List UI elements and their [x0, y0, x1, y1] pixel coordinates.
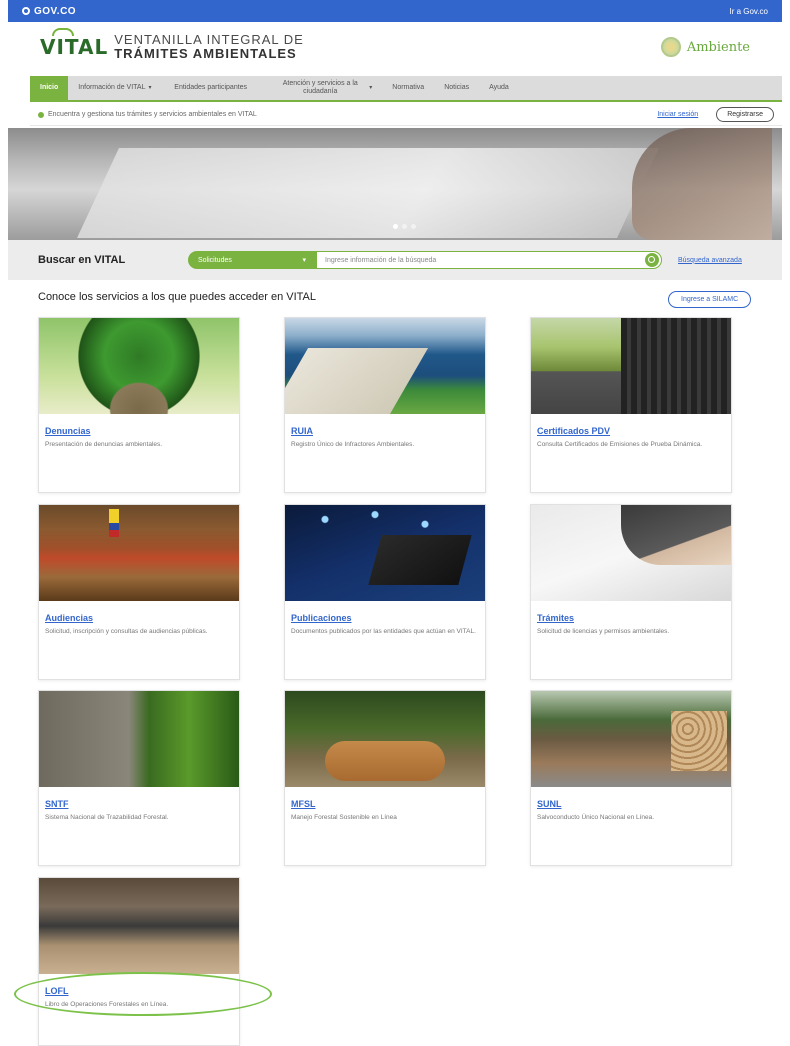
nav-item-inicio[interactable]: Inicio — [30, 76, 69, 100]
register-button[interactable]: Registrarse — [716, 107, 774, 122]
carousel-dot[interactable] — [402, 224, 407, 229]
card-image — [285, 318, 485, 414]
service-card-mfsl[interactable]: MFSL Manejo Forestal Sostenible en Línea — [284, 690, 486, 866]
card-description: Manejo Forestal Sostenible en Línea — [291, 814, 397, 821]
search-section: Buscar en VITAL Solicitudes ▾ Ingrese in… — [8, 240, 782, 280]
login-link[interactable]: Iniciar sesión — [657, 111, 698, 118]
card-image — [39, 691, 239, 787]
card-image — [39, 318, 239, 414]
hero-image-hand — [632, 128, 772, 240]
card-image — [39, 505, 239, 601]
card-description: Consulta Certificados de Emisiones de Pr… — [537, 441, 703, 448]
brand-line-2: TRÁMITES AMBIENTALES — [114, 46, 297, 61]
vital-logo: VITAL — [40, 28, 109, 59]
card-title-link[interactable]: SUNL — [537, 799, 562, 809]
ministry-name: Ambiente — [686, 39, 750, 55]
hero-image-paper — [77, 148, 659, 238]
card-image — [39, 878, 239, 974]
brand-title: VENTANILLA INTEGRAL DE TRÁMITES AMBIENTA… — [114, 33, 304, 61]
nav-label: Ayuda — [489, 84, 509, 91]
hero-banner — [8, 128, 782, 240]
carousel-dot[interactable] — [411, 224, 416, 229]
gov-top-bar: GOV.CO Ir a Gov.co — [8, 0, 782, 22]
chevron-down-icon: ▾ — [148, 85, 152, 91]
nav-label: Información de VITAL — [78, 84, 146, 91]
card-description: Salvoconducto Único Nacional en Línea. — [537, 814, 655, 821]
vital-logo-text: VITAL — [40, 35, 109, 59]
card-description: Presentación de denuncias ambientales. — [45, 441, 163, 448]
nav-label: Inicio — [40, 84, 59, 91]
chevron-down-icon: ▾ — [369, 85, 373, 91]
card-title-link[interactable]: Certificados PDV — [537, 426, 610, 436]
brand-line-1: VENTANILLA INTEGRAL DE — [114, 32, 304, 47]
service-card-audiencias[interactable]: Audiencias Solicitud, inscripción y cons… — [38, 504, 240, 680]
info-message-text: Encuentra y gestiona tus trámites y serv… — [48, 111, 257, 118]
card-description: Solicitud, inscripción y consultas de au… — [45, 628, 208, 635]
search-input[interactable]: Ingrese información de la búsqueda — [316, 251, 662, 269]
nav-label: Entidades participantes — [174, 84, 248, 91]
coat-of-arms-icon — [660, 37, 681, 57]
chevron-down-icon: ▾ — [302, 257, 306, 264]
card-title-link[interactable]: SNTF — [45, 799, 69, 809]
search-placeholder: Ingrese información de la búsqueda — [325, 256, 437, 264]
card-title-link[interactable]: LOFL — [45, 986, 69, 996]
advanced-search-link[interactable]: Búsqueda avanzada — [678, 257, 742, 264]
nav-label: Atención y servicios a la ciudadanía — [282, 80, 358, 95]
card-title-link[interactable]: RUIA — [291, 426, 313, 436]
bullet-icon — [38, 111, 44, 118]
card-title-link[interactable]: Trámites — [537, 613, 574, 623]
leaf-icon — [52, 28, 74, 36]
card-image — [531, 318, 731, 414]
services-title: Conoce los servicios a los que puedes ac… — [38, 291, 317, 303]
search-category-value: Solicitudes — [198, 256, 232, 264]
service-card-ruia[interactable]: RUIA Registro Único de Infractores Ambie… — [284, 317, 486, 493]
nav-label: Normativa — [392, 84, 425, 91]
service-card-sntf[interactable]: SNTF Sistema Nacional de Trazabilidad Fo… — [38, 690, 240, 866]
carousel-dot[interactable] — [393, 224, 398, 229]
info-bar: Encuentra y gestiona tus trámites y serv… — [30, 104, 782, 126]
card-description: Documentos publicados por las entidades … — [291, 628, 476, 635]
service-card-certificados[interactable]: Certificados PDV Consulta Certificados d… — [530, 317, 732, 493]
ministry-logo[interactable]: Ambiente — [660, 37, 750, 57]
search-label: Buscar en VITAL — [38, 254, 126, 266]
nav-item-entidades[interactable]: Entidades participantes — [164, 76, 264, 100]
nav-item-atencion[interactable]: Atención y servicios a la ciudadanía ▾ — [264, 76, 382, 100]
info-message: Encuentra y gestiona tus trámites y serv… — [38, 111, 257, 118]
service-card-denuncias[interactable]: Denuncias Presentación de denuncias ambi… — [38, 317, 240, 493]
gov-logo-icon — [22, 7, 30, 15]
search-category-select[interactable]: Solicitudes ▾ — [188, 251, 316, 269]
vital-brand[interactable]: VITAL VENTANILLA INTEGRAL DE TRÁMITES AM… — [40, 28, 304, 61]
search-icon[interactable] — [645, 253, 659, 267]
service-card-sunl[interactable]: SUNL Salvoconducto Único Nacional en Lín… — [530, 690, 732, 866]
auth-links: Iniciar sesión Registrarse — [657, 107, 774, 122]
card-description: Sistema Nacional de Trazabilidad Foresta… — [45, 814, 169, 821]
service-card-publicaciones[interactable]: Publicaciones Documentos publicados por … — [284, 504, 486, 680]
card-image — [285, 505, 485, 601]
card-title-link[interactable]: Audiencias — [45, 613, 93, 623]
card-description: Libro de Operaciones Forestales en Línea… — [45, 1001, 169, 1008]
card-title-link[interactable]: MFSL — [291, 799, 316, 809]
card-image — [285, 691, 485, 787]
brand-header: VITAL VENTANILLA INTEGRAL DE TRÁMITES AM… — [8, 22, 782, 72]
service-card-tramites[interactable]: Trámites Solicitud de licencias y permis… — [530, 504, 732, 680]
gov-logo-text: GOV.CO — [34, 5, 77, 17]
nav-item-noticias[interactable]: Noticias — [434, 76, 479, 100]
go-to-govco-link[interactable]: Ir a Gov.co — [729, 7, 768, 16]
carousel-indicators — [393, 224, 416, 229]
card-description: Registro Único de Infractores Ambientale… — [291, 441, 415, 448]
card-title-link[interactable]: Denuncias — [45, 426, 91, 436]
nav-label: Noticias — [444, 84, 470, 91]
card-image — [531, 691, 731, 787]
service-card-lofl[interactable]: LOFL Libro de Operaciones Forestales en … — [38, 877, 240, 1046]
card-image — [531, 505, 731, 601]
silamc-button[interactable]: Ingrese a SILAMC — [668, 291, 752, 308]
nav-item-ayuda[interactable]: Ayuda — [479, 76, 519, 100]
main-nav: Inicio Información de VITAL ▾ Entidades p… — [30, 76, 782, 102]
card-title-link[interactable]: Publicaciones — [291, 613, 352, 623]
nav-item-informacion[interactable]: Información de VITAL ▾ — [68, 76, 164, 100]
card-description: Solicitud de licencias y permisos ambien… — [537, 628, 670, 635]
gov-logo[interactable]: GOV.CO — [22, 6, 76, 17]
nav-item-normativa[interactable]: Normativa — [382, 76, 434, 100]
